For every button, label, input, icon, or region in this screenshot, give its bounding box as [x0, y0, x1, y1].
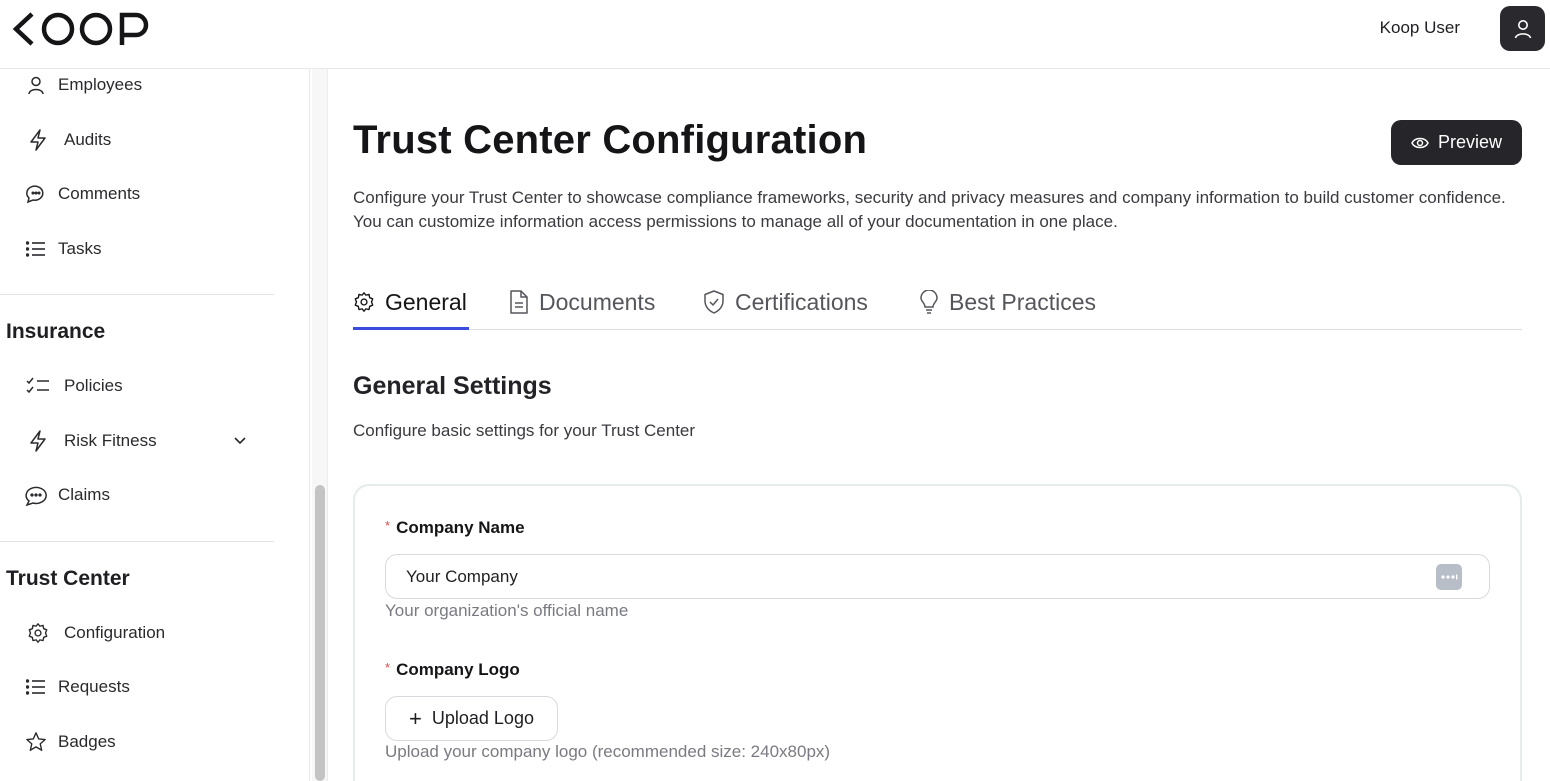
star-icon [24, 730, 48, 754]
sidebar-section-insurance: Insurance [6, 320, 106, 343]
gear-icon [26, 621, 50, 645]
sidebar-item-risk-fitness[interactable]: Risk Fitness [24, 426, 157, 456]
tab-label: Documents [539, 288, 656, 315]
koop-logo[interactable] [12, 11, 154, 47]
lightning-icon [26, 128, 50, 152]
sidebar-item-requests[interactable]: Requests [24, 672, 130, 702]
eye-icon [1411, 137, 1429, 148]
required-mark: * [385, 660, 391, 675]
company-name-label: * Company Name [385, 518, 525, 537]
tab-label: Best Practices [949, 288, 1096, 315]
chevron-down-icon[interactable] [230, 430, 250, 450]
sidebar-item-label: Configuration [64, 623, 166, 642]
lightbulb-icon [919, 290, 939, 314]
password-manager-icon[interactable] [1436, 564, 1462, 590]
company-name-hint: Your organization's official name [385, 601, 629, 620]
plus-icon: + [409, 705, 422, 731]
sidebar-section-trust-center: Trust Center [6, 567, 130, 590]
sidebar-item-comments[interactable]: Comments [24, 179, 140, 209]
chat-icon [24, 483, 48, 507]
shield-check-icon [703, 290, 725, 314]
sidebar-item-configuration[interactable]: Configuration [24, 618, 165, 648]
sidebar-item-label: Tasks [58, 239, 102, 258]
sidebar-item-label: Policies [64, 376, 123, 395]
general-settings-card: *Company Name Your organization's offici… [353, 484, 1522, 781]
document-icon [509, 290, 529, 314]
section-subtitle: Configure basic settings for your Trust … [353, 421, 696, 440]
main-content: Trust Center Configuration Preview Confi… [329, 70, 1550, 781]
user-icon [24, 73, 48, 97]
required-mark: * [385, 518, 391, 533]
tab-general[interactable]: General [353, 280, 467, 324]
sidebar-item-label: Badges [58, 732, 116, 751]
company-name-input[interactable] [385, 554, 1490, 599]
user-avatar-button[interactable] [1500, 6, 1545, 51]
lightning-icon [26, 429, 50, 453]
sidebar-item-audits[interactable]: Audits [24, 125, 111, 155]
preview-button[interactable]: Preview [1391, 120, 1522, 165]
sidebar-scrollbar-thumb[interactable] [315, 485, 325, 781]
upload-logo-label: Upload Logo [431, 708, 534, 728]
sidebar-item-label: Audits [64, 130, 112, 149]
checklist-icon [26, 374, 50, 398]
sidebar-item-label: Requests [58, 677, 130, 696]
page-description: Configure your Trust Center to showcase … [353, 188, 1506, 231]
user-icon [1514, 19, 1531, 38]
page-title: Trust Center Configuration [353, 118, 868, 162]
tab-certifications[interactable]: Certifications [703, 280, 868, 324]
sidebar-item-label: Comments [58, 184, 141, 203]
tab-best-practices[interactable]: Best Practices [919, 280, 1096, 324]
sidebar-item-badges[interactable]: Badges [24, 727, 116, 757]
sidebar-item-employees[interactable]: Employees [24, 70, 142, 100]
tab-label: General [385, 288, 467, 315]
upload-logo-button[interactable]: + Upload Logo [385, 696, 558, 741]
section-title: General Settings [353, 372, 552, 400]
tab-bar: General Documents Certifications Best Pr… [353, 270, 1522, 330]
sidebar-item-claims[interactable]: Claims [24, 480, 110, 510]
top-bar: Koop User [0, 0, 1550, 69]
active-tab-indicator [353, 327, 469, 330]
sidebar-divider [0, 541, 274, 542]
company-logo-label: * Company Logo [385, 660, 520, 679]
tab-documents[interactable]: Documents [509, 280, 655, 324]
list-icon [24, 675, 48, 699]
preview-button-label: Preview [1437, 132, 1503, 152]
sidebar-item-label: Risk Fitness [64, 431, 157, 450]
sidebar-item-tasks[interactable]: Tasks [24, 234, 101, 264]
comments-icon [24, 182, 48, 206]
list-icon [24, 237, 48, 261]
tab-label: Certifications [735, 288, 868, 315]
sidebar-item-label: Employees [58, 75, 143, 94]
sidebar-divider [0, 294, 274, 295]
sidebar-item-label: Claims [58, 485, 110, 504]
user-name[interactable]: Koop User [1380, 18, 1460, 38]
sidebar-item-policies[interactable]: Policies [24, 371, 123, 401]
gear-icon [353, 291, 375, 313]
company-logo-hint: Upload your company logo (recommended si… [385, 742, 831, 761]
